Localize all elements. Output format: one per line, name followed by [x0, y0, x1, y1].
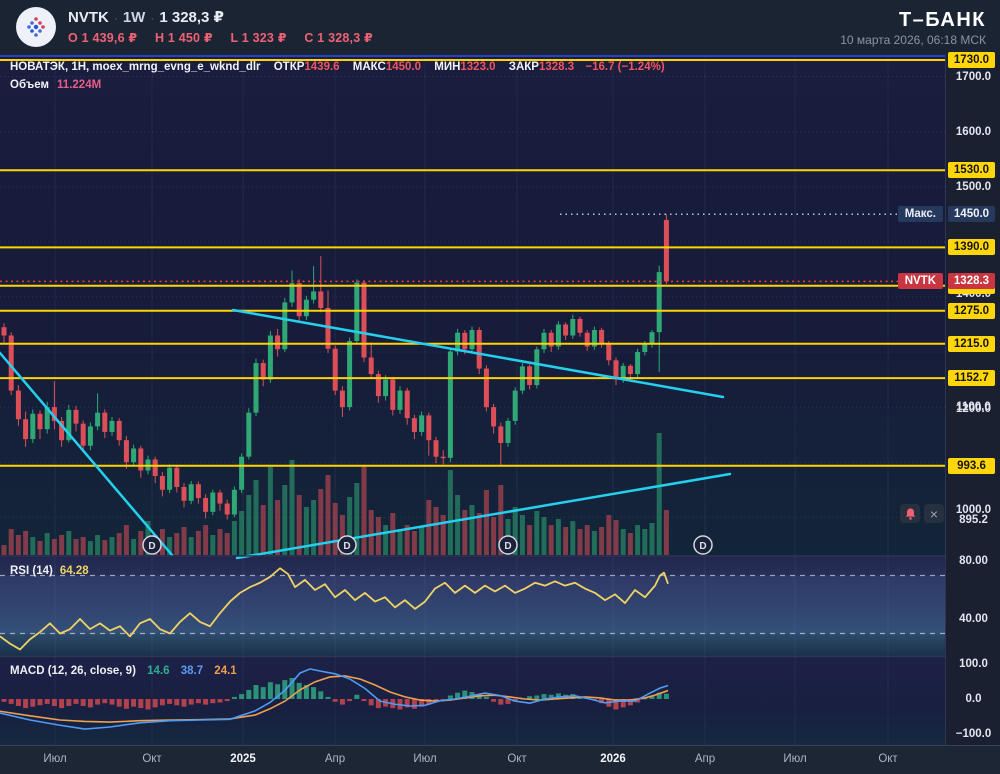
last-price-symbol-label: NVTK: [897, 273, 943, 289]
time-axis-label: Окт: [878, 753, 898, 765]
novatek-logo: [16, 7, 56, 47]
horizontal-level-lines: [0, 59, 945, 467]
chart-area[interactable]: D D D D НОВАТЭК, 1Н, moex_mrng_evng_e_wknd_…: [0, 52, 1000, 745]
time-axis-label: 2026: [600, 753, 626, 765]
header-bar: NVTK · 1W · 1 328,3 ₽ О 1 439,6 ₽ Н 1 450 ₽ …: [0, 0, 1000, 55]
price-axis-label: 1700.0: [955, 71, 992, 83]
timeframe: 1W: [122, 9, 146, 26]
vertical-gridlines: [54, 57, 889, 745]
rsi-axis-label: 80.00: [959, 555, 988, 567]
time-axis-label: Апр: [324, 753, 346, 765]
symbol-row: NVTK · 1W · 1 328,3 ₽: [68, 8, 224, 26]
dot-separator: ·: [150, 11, 155, 25]
max-price-axis-badge: 1450.0: [948, 206, 995, 222]
time-axis-label: Июл: [43, 753, 67, 765]
level-axis-badge: 1390.0: [948, 239, 995, 255]
dot-separator: ·: [113, 11, 118, 25]
macd-axis-label: 0.0: [965, 693, 982, 705]
price-axis[interactable]: 1700.0 1600.0 1500.0 1400.0 1200.0 1100.0 1000…: [945, 52, 1000, 745]
svg-text:D: D: [343, 541, 350, 552]
bank-logo-text: Т–БАНК: [898, 9, 986, 31]
bell-icon: [905, 508, 915, 520]
price-axis-label: 1600.0: [955, 126, 992, 138]
rsi-band: [0, 575, 945, 634]
alert-bell-button[interactable]: [900, 504, 920, 523]
price-axis-label: 895.2: [959, 514, 988, 526]
price-axis-label: 1100.0: [956, 401, 991, 413]
time-axis[interactable]: Июл Окт 2025 Апр Июл Окт 2026 Апр Июл Окт: [0, 745, 1000, 774]
rsi-axis-label: 40.00: [959, 613, 988, 625]
chart-legend: НОВАТЭК, 1Н, moex_mrng_evng_e_wknd_dlr О…: [10, 61, 665, 73]
level-axis-badge: 1530.0: [948, 162, 995, 178]
time-axis-label: Июл: [413, 753, 437, 765]
level-axis-badge: 993.6: [948, 458, 995, 474]
change-value: −16.7 (−1.24%): [585, 61, 665, 73]
level-axis-badge: 1730.0: [948, 52, 995, 68]
price-axis-label: 1500.0: [955, 181, 992, 193]
volume-legend: Объем 11.224M: [10, 79, 102, 91]
svg-text:D: D: [699, 541, 706, 552]
max-price-label: Макс.: [897, 206, 943, 222]
close-alert-button[interactable]: ×: [924, 504, 944, 523]
rsi-legend: RSI (14) 64.28: [10, 565, 89, 577]
last-price-axis-badge: 1328.3: [948, 273, 995, 289]
chart-canvas[interactable]: DDDD: [0, 55, 945, 745]
macd-legend: MACD (12, 26, close, 9) 14.6 38.7 24.1: [10, 665, 237, 677]
svg-text:D: D: [504, 541, 511, 552]
time-axis-label: Окт: [507, 753, 527, 765]
time-axis-label: Апр: [694, 753, 716, 765]
macd-axis-label: 100.0: [959, 658, 988, 670]
trading-app: { "header": { "symbol": "NVTK", "timefra…: [0, 0, 1000, 774]
svg-text:D: D: [148, 541, 155, 552]
level-axis-badge: 1215.0: [948, 336, 995, 352]
novatek-logo-glyph: [27, 17, 45, 37]
time-axis-label: 2025: [230, 753, 256, 765]
time-axis-label: Окт: [142, 753, 162, 765]
ohlc-row: О 1 439,6 ₽ Н 1 450 ₽ L 1 323 ₽ С 1 328,…: [68, 31, 373, 45]
symbol-ticker: NVTK: [68, 9, 109, 26]
level-axis-badge: 1275.0: [948, 303, 995, 319]
close-icon: ×: [929, 505, 939, 522]
datetime: 10 марта 2026, 06:18 МСК: [840, 33, 986, 47]
legend-title: НОВАТЭК, 1Н, moex_mrng_evng_e_wknd_dlr: [10, 61, 261, 73]
macd-axis-label: −100.0: [955, 728, 992, 740]
last-price: 1 328,3 ₽: [159, 9, 224, 26]
time-axis-label: Июл: [783, 753, 807, 765]
level-axis-badge: 1152.7: [948, 370, 995, 386]
